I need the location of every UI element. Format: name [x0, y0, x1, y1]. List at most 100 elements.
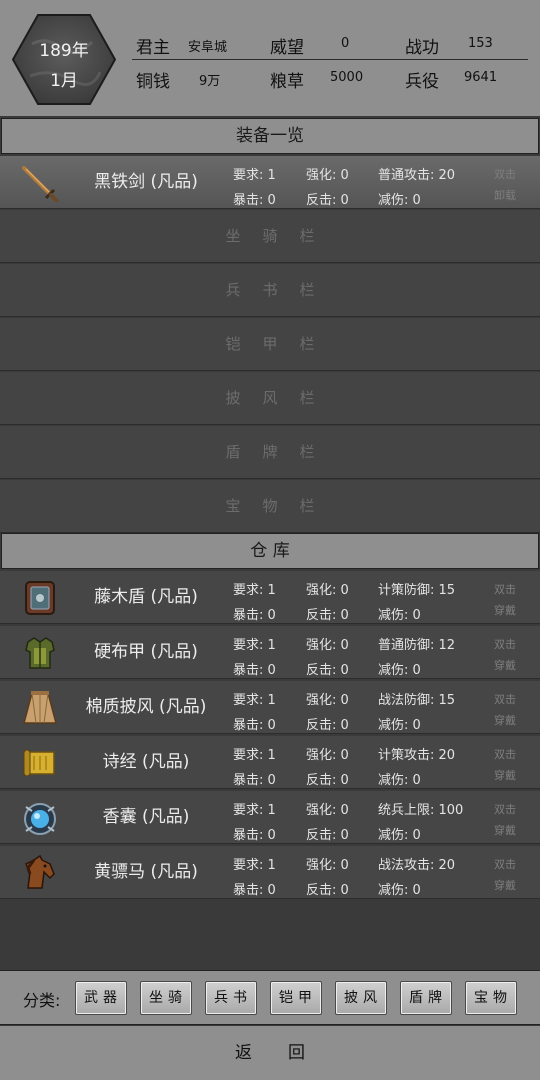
filter-label: 分类:	[23, 991, 61, 1010]
equip-button[interactable]: 穿戴	[494, 712, 516, 728]
stat-enhance: 强化: 0	[306, 168, 349, 183]
double-click-hint: 双击	[494, 858, 516, 871]
stat-attribute: 统兵上限: 100	[378, 803, 464, 818]
filter-treasure-button[interactable]: 宝物	[465, 981, 517, 1015]
stat-damage-reduction: 减伤: 0	[378, 828, 421, 843]
shield-icon	[25, 581, 55, 615]
equipped-weapon-row[interactable]: 黑铁剑 (凡品) 要求: 1 强化: 0 普通攻击: 20 暴击: 0 反击: …	[0, 156, 540, 209]
storage-item-row[interactable]: 黄骠马 (凡品) 要求: 1 强化: 0 战法攻击: 20 暴击: 0 反击: …	[0, 846, 540, 899]
stat-requirement: 要求: 1	[233, 803, 276, 818]
stat-counter: 反击: 0	[306, 193, 349, 208]
filter-armor-button[interactable]: 铠甲	[270, 981, 322, 1015]
stat-counter: 反击: 0	[306, 608, 349, 623]
treasure-slot[interactable]: 宝物栏	[0, 480, 540, 533]
stat-damage-reduction: 减伤: 0	[378, 718, 421, 733]
stat-attribute: 战法防御: 15	[378, 693, 456, 708]
date-year: 189年	[39, 41, 89, 61]
grain-label: 粮草	[270, 72, 304, 92]
book-slot[interactable]: 兵书栏	[0, 264, 540, 317]
mount-slot[interactable]: 坐骑栏	[0, 210, 540, 263]
item-name: 棉质披风 (凡品)	[85, 697, 207, 717]
stat-attribute: 普通防御: 12	[378, 638, 456, 653]
armor-slot[interactable]: 铠甲栏	[0, 318, 540, 371]
merit-value: 153	[468, 36, 493, 51]
stat-requirement: 要求: 1	[233, 168, 276, 183]
double-click-hint: 双击	[494, 693, 516, 706]
stat-counter: 反击: 0	[306, 883, 349, 898]
filter-weapon-button[interactable]: 武器	[75, 981, 127, 1015]
storage-item-row[interactable]: 诗经 (凡品) 要求: 1 强化: 0 计策攻击: 20 暴击: 0 反击: 0…	[0, 736, 540, 789]
stat-critical: 暴击: 0	[233, 193, 276, 208]
back-button[interactable]: 返回	[0, 1026, 540, 1080]
stat-damage-reduction: 减伤: 0	[378, 663, 421, 678]
stat-requirement: 要求: 1	[233, 748, 276, 763]
item-name: 硬布甲 (凡品)	[94, 642, 198, 662]
filter-book-button[interactable]: 兵书	[205, 981, 257, 1015]
unequip-button[interactable]: 卸载	[494, 187, 516, 203]
cloak-slot[interactable]: 披风栏	[0, 372, 540, 425]
horse-icon	[24, 854, 55, 889]
stat-damage-reduction: 减伤: 0	[378, 608, 421, 623]
stat-critical: 暴击: 0	[233, 828, 276, 843]
storage-item-row[interactable]: 藤木盾 (凡品) 要求: 1 强化: 0 计策防御: 15 暴击: 0 反击: …	[0, 571, 540, 624]
item-name: 黑铁剑 (凡品)	[94, 172, 198, 192]
stat-counter: 反击: 0	[306, 718, 349, 733]
stat-attribute: 普通攻击: 20	[378, 168, 456, 183]
storage-item-row[interactable]: 香囊 (凡品) 要求: 1 强化: 0 统兵上限: 100 暴击: 0 反击: …	[0, 791, 540, 844]
stat-counter: 反击: 0	[306, 663, 349, 678]
header-divider	[132, 59, 528, 60]
double-click-hint: 双击	[494, 748, 516, 761]
item-name: 诗经 (凡品)	[102, 752, 190, 772]
item-name: 黄骠马 (凡品)	[94, 862, 198, 882]
category-filter-bar: 分类: 武器 坐骑 兵书 铠甲 披风 盾牌 宝物	[0, 970, 540, 1025]
grain-value: 5000	[330, 70, 364, 85]
equip-button[interactable]: 穿戴	[494, 822, 516, 838]
stat-requirement: 要求: 1	[233, 638, 276, 653]
shield-slot[interactable]: 盾牌栏	[0, 426, 540, 479]
equip-button[interactable]: 穿戴	[494, 767, 516, 783]
filter-cloak-button[interactable]: 披风	[335, 981, 387, 1015]
stat-damage-reduction: 减伤: 0	[378, 773, 421, 788]
lord-label: 君主	[136, 38, 170, 58]
stat-requirement: 要求: 1	[233, 583, 276, 598]
scroll-icon	[23, 749, 55, 777]
equipment-section-title: 装备一览	[1, 118, 539, 154]
stat-enhance: 强化: 0	[306, 803, 349, 818]
stat-requirement: 要求: 1	[233, 693, 276, 708]
stat-critical: 暴击: 0	[233, 608, 276, 623]
date-hexagon: 189年 1月	[12, 14, 116, 105]
equip-button[interactable]: 穿戴	[494, 602, 516, 618]
cloak-icon	[23, 691, 57, 724]
filter-mount-button[interactable]: 坐骑	[140, 981, 192, 1015]
stat-requirement: 要求: 1	[233, 858, 276, 873]
item-name: 香囊 (凡品)	[102, 807, 190, 827]
prestige-value: 0	[341, 36, 350, 51]
stat-critical: 暴击: 0	[233, 663, 276, 678]
stat-critical: 暴击: 0	[233, 718, 276, 733]
status-header: 189年 1月 君主 安阜城 威望 0 战功 153 铜钱 9万 粮草 5000…	[0, 0, 540, 116]
double-click-hint: 双击	[494, 803, 516, 816]
equip-button[interactable]: 穿戴	[494, 877, 516, 893]
stat-attribute: 计策攻击: 20	[378, 748, 456, 763]
double-click-hint: 双击	[494, 638, 516, 651]
storage-section-title: 仓 库	[1, 533, 539, 569]
stat-damage-reduction: 减伤: 0	[378, 193, 421, 208]
double-click-hint: 双击	[494, 168, 516, 181]
stat-attribute: 战法攻击: 20	[378, 858, 456, 873]
conscript-value: 9641	[464, 70, 498, 85]
stat-damage-reduction: 减伤: 0	[378, 883, 421, 898]
stat-critical: 暴击: 0	[233, 883, 276, 898]
storage-item-row[interactable]: 硬布甲 (凡品) 要求: 1 强化: 0 普通防御: 12 暴击: 0 反击: …	[0, 626, 540, 679]
equip-button[interactable]: 穿戴	[494, 657, 516, 673]
coin-value: 9万	[199, 74, 221, 89]
stat-enhance: 强化: 0	[306, 858, 349, 873]
sword-icon	[22, 166, 59, 202]
armor-icon	[25, 637, 55, 669]
sachet-icon	[24, 803, 56, 835]
stat-enhance: 强化: 0	[306, 748, 349, 763]
filter-shield-button[interactable]: 盾牌	[400, 981, 452, 1015]
item-name: 藤木盾 (凡品)	[94, 587, 198, 607]
double-click-hint: 双击	[494, 583, 516, 596]
storage-item-row[interactable]: 棉质披风 (凡品) 要求: 1 强化: 0 战法防御: 15 暴击: 0 反击:…	[0, 681, 540, 734]
stat-counter: 反击: 0	[306, 773, 349, 788]
